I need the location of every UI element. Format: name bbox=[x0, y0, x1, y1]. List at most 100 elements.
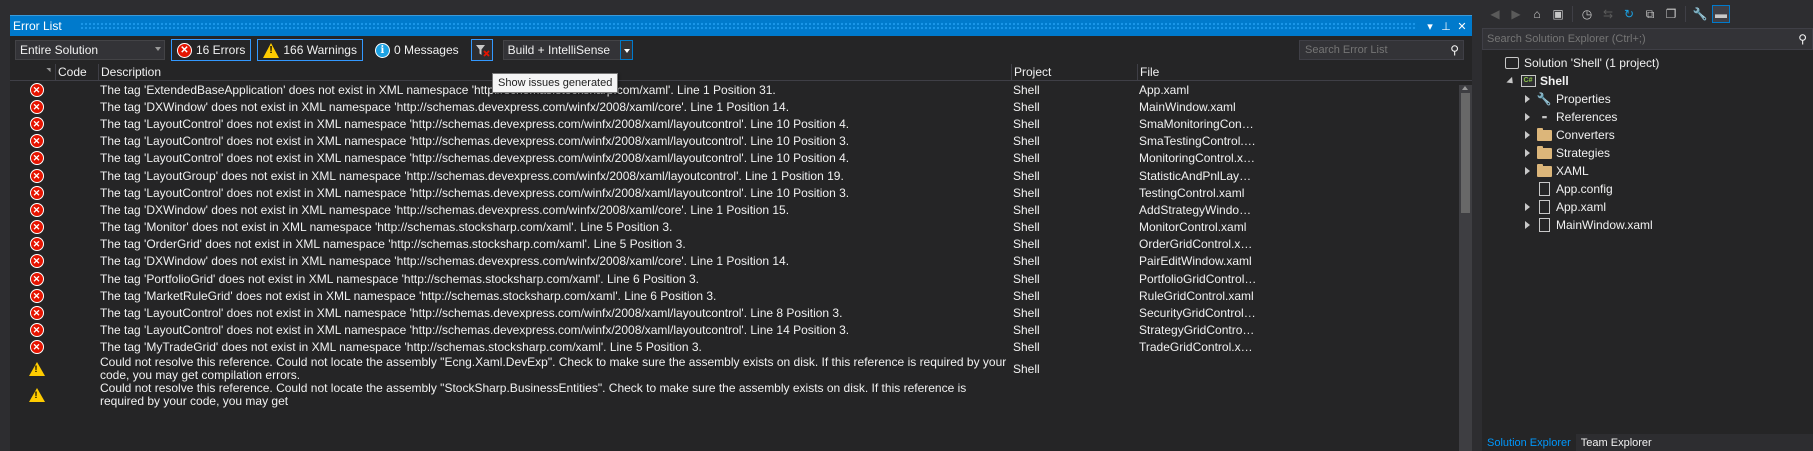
tree-item[interactable]: App.xaml bbox=[1482, 198, 1813, 216]
collapsed-arrow-icon[interactable] bbox=[1522, 112, 1532, 122]
search-icon[interactable]: ⚲ bbox=[1450, 43, 1459, 57]
solution-search-input[interactable] bbox=[1487, 33, 1777, 45]
error-icon: ✕ bbox=[29, 340, 44, 355]
row-description: The tag 'OrderGrid' does not exist in XM… bbox=[100, 237, 686, 252]
error-list-search[interactable]: ⚲ bbox=[1299, 40, 1464, 60]
window-position-dropdown-icon[interactable]: ▾ bbox=[1422, 17, 1438, 35]
preview-selected-icon[interactable]: ▬ bbox=[1712, 5, 1730, 23]
collapsed-arrow-icon[interactable] bbox=[1522, 94, 1532, 104]
tree-item[interactable]: Strategies bbox=[1482, 144, 1813, 162]
table-row[interactable]: ✕ The tag 'OrderGrid' does not exist in X… bbox=[10, 236, 1472, 253]
solution-icon bbox=[1504, 56, 1520, 70]
table-row[interactable]: ✕ The tag 'LayoutControl' does not exist … bbox=[10, 322, 1472, 339]
table-row[interactable]: ✕ The tag 'PortfolioGrid' does not exist … bbox=[10, 270, 1472, 287]
tree-item[interactable]: App.config bbox=[1482, 180, 1813, 198]
issues-filter-button[interactable] bbox=[470, 39, 493, 61]
table-row[interactable]: ✕ The tag 'Monitor' does not exist in XML… bbox=[10, 219, 1472, 236]
properties-wrench-icon[interactable]: 🔧 bbox=[1691, 5, 1709, 23]
row-file: MonitoringControl.xaml bbox=[1139, 151, 1257, 166]
row-severity-cell: ! bbox=[10, 388, 55, 402]
tab-team-explorer[interactable]: Team Explorer bbox=[1576, 434, 1657, 451]
tree-item[interactable]: C# Shell bbox=[1482, 72, 1813, 90]
close-icon[interactable]: ✕ bbox=[1454, 17, 1470, 35]
search-icon[interactable]: ⚲ bbox=[1798, 32, 1807, 46]
error-list-title: Error List bbox=[13, 19, 62, 33]
tab-solution-explorer[interactable]: Solution Explorer bbox=[1482, 434, 1576, 451]
forward-icon[interactable]: ▶ bbox=[1507, 5, 1525, 23]
row-description: Could not resolve this reference. Could … bbox=[100, 382, 967, 408]
messages-filter-button[interactable]: i 0 Messages bbox=[368, 39, 465, 61]
row-severity-cell: ✕ bbox=[10, 168, 55, 183]
table-row[interactable]: ✕ The tag 'LayoutControl' does not exist … bbox=[10, 115, 1472, 132]
warning-icon: ! bbox=[28, 388, 45, 402]
error-icon: ✕ bbox=[29, 185, 44, 200]
tree-item[interactable]: Solution 'Shell' (1 project) bbox=[1482, 54, 1813, 72]
xaml-file-icon bbox=[1536, 218, 1552, 232]
tree-item[interactable]: ▪▪ References bbox=[1482, 108, 1813, 126]
collapsed-arrow-icon[interactable] bbox=[1522, 166, 1532, 176]
scope-dropdown[interactable]: Entire Solution bbox=[15, 40, 165, 60]
tree-item[interactable]: MainWindow.xaml bbox=[1482, 216, 1813, 234]
warnings-filter-button[interactable]: ! 166 Warnings bbox=[257, 39, 363, 61]
error-list-titlebar[interactable]: Error List ▾ ⊥ ✕ bbox=[10, 15, 1472, 36]
row-file: StatisticAndPnlLayoutGro... bbox=[1139, 168, 1257, 183]
table-row[interactable]: ✕ The tag 'MarketRuleGrid' does not exist… bbox=[10, 287, 1472, 304]
collapsed-arrow-icon[interactable] bbox=[1522, 130, 1532, 140]
row-severity-cell: ! bbox=[10, 362, 55, 376]
table-row[interactable]: ✕ The tag 'LayoutControl' does not exist … bbox=[10, 150, 1472, 167]
row-severity-cell: ✕ bbox=[10, 99, 55, 114]
table-row[interactable]: ✕ The tag 'DXWindow' does not exist in XM… bbox=[10, 253, 1472, 270]
table-row[interactable]: ✕ The tag 'DXWindow' does not exist in XM… bbox=[10, 98, 1472, 115]
table-row[interactable]: ✕ The tag 'LayoutControl' does not exist … bbox=[10, 133, 1472, 150]
sync-icon[interactable]: ⇆ bbox=[1599, 5, 1617, 23]
column-header-project[interactable]: Project bbox=[1011, 63, 1137, 81]
collapsed-arrow-icon[interactable] bbox=[1522, 148, 1532, 158]
scope-value: Entire Solution bbox=[20, 43, 99, 57]
panel-divider[interactable] bbox=[1472, 0, 1482, 451]
scroll-up-icon[interactable] bbox=[1462, 86, 1468, 90]
pending-changes-filter-icon[interactable]: ◷ bbox=[1578, 5, 1596, 23]
top-band bbox=[0, 0, 1472, 15]
row-description: The tag 'LayoutControl' does not exist i… bbox=[100, 323, 850, 338]
error-icon: ✕ bbox=[29, 151, 44, 166]
table-row[interactable]: ✕ The tag 'ExtendedBaseApplication' does … bbox=[10, 81, 1472, 98]
row-project: Shell bbox=[1013, 202, 1040, 217]
csharp-project-icon: C# bbox=[1520, 74, 1536, 88]
show-all-files-icon[interactable]: ❐ bbox=[1662, 5, 1680, 23]
row-severity-cell: ✕ bbox=[10, 271, 55, 286]
row-description: The tag 'LayoutControl' does not exist i… bbox=[100, 151, 850, 166]
row-description: The tag 'LayoutControl' does not exist i… bbox=[100, 134, 850, 149]
solution-explorer-search[interactable]: ⚲ bbox=[1482, 28, 1813, 50]
table-row[interactable]: ✕ The tag 'DXWindow' does not exist in XM… bbox=[10, 201, 1472, 218]
table-row[interactable]: ✕ The tag 'LayoutControl' does not exist … bbox=[10, 304, 1472, 321]
pin-icon[interactable]: ⊥ bbox=[1438, 17, 1454, 35]
column-header-code[interactable]: Code bbox=[55, 63, 98, 81]
home-icon[interactable]: ⌂ bbox=[1528, 5, 1546, 23]
row-description: The tag 'Monitor' does not exist in XML … bbox=[100, 220, 673, 235]
tree-item[interactable]: Converters bbox=[1482, 126, 1813, 144]
table-row[interactable]: ! Could not resolve this reference. Could… bbox=[10, 382, 1472, 408]
info-icon: i bbox=[374, 42, 390, 58]
back-icon[interactable]: ◀ bbox=[1486, 5, 1504, 23]
error-list-search-input[interactable] bbox=[1305, 44, 1445, 56]
errors-filter-button[interactable]: ✕ 16 Errors bbox=[171, 39, 252, 61]
row-project: Shell bbox=[1013, 99, 1040, 114]
column-header-file[interactable]: File bbox=[1137, 63, 1257, 81]
tree-item[interactable]: XAML bbox=[1482, 162, 1813, 180]
table-row[interactable]: ✕ The tag 'LayoutGroup' does not exist in… bbox=[10, 167, 1472, 184]
scrollbar-thumb[interactable] bbox=[1461, 93, 1470, 213]
expanded-arrow-icon[interactable] bbox=[1506, 76, 1516, 86]
switch-views-icon[interactable]: ▣ bbox=[1549, 5, 1567, 23]
collapsed-arrow-icon[interactable] bbox=[1522, 202, 1532, 212]
table-row[interactable]: ! Could not resolve this reference. Could… bbox=[10, 356, 1472, 382]
refresh-icon[interactable]: ↻ bbox=[1620, 5, 1638, 23]
tree-item[interactable]: 🔧 Properties bbox=[1482, 90, 1813, 108]
collapsed-arrow-icon[interactable] bbox=[1522, 220, 1532, 230]
row-severity-cell: ✕ bbox=[10, 288, 55, 303]
column-header-icon[interactable] bbox=[10, 64, 55, 81]
build-intellisense-dropdown[interactable]: Build + IntelliSense bbox=[502, 40, 633, 60]
error-list-scrollbar[interactable] bbox=[1459, 85, 1472, 451]
table-row[interactable]: ✕ The tag 'MyTradeGrid' does not exist in… bbox=[10, 339, 1472, 356]
table-row[interactable]: ✕ The tag 'LayoutControl' does not exist … bbox=[10, 184, 1472, 201]
collapse-all-icon[interactable]: ⧉ bbox=[1641, 5, 1659, 23]
